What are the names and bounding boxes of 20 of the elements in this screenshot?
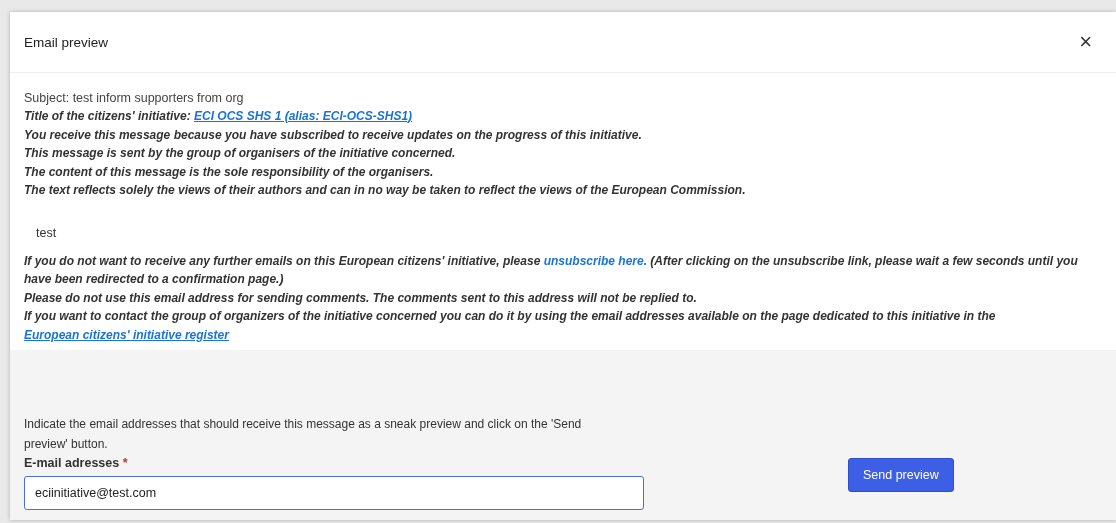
link[interactable]: European citizens' initiative register	[24, 327, 229, 342]
email-body: test	[35, 224, 58, 242]
dialog-title: Email preview	[24, 34, 109, 50]
close-button[interactable]: ×	[1075, 31, 1096, 53]
notice-text: You receive this message because you have subscribed to receive updates on the progress of this initiative.	[24, 126, 643, 144]
notice-text: If you do not want to receive any further emails on this European citizens' initiative, please unsubscribe here. (After clicking on the unsubscribe link, please wait a few seconds until you have been redirected to a confirmation page.)	[24, 252, 1079, 288]
notice-text: The content of this message is the sole responsibility of the organisers.	[24, 163, 435, 181]
send-preview-button[interactable]: Send preview	[848, 458, 954, 492]
email-input-field[interactable]: eciinitiative@test.com	[24, 476, 644, 510]
field-label: E-mail adresses	[24, 456, 120, 470]
notice-text: The text reflects solely the views of their authors and can in no way be taken to reflect the views of the European Commission.	[24, 182, 747, 199]
link[interactable]: unsubscribe here.	[543, 253, 647, 268]
instructions-text: Indicate the email addresses that should receive this message as a sneak preview and click on the 'Send preview' button.	[24, 416, 583, 453]
notice-text: Please do not use this email address for sending comments. The comments sent to this address will not be replied to.	[24, 289, 698, 307]
notice-text: Title of the citizens' initiative: ECI OCS SHS 1 (alias: ECI-OCS-SHS1)	[24, 108, 414, 125]
link[interactable]: ECI OCS SHS 1 (alias: ECI-OCS-SHS1)	[194, 109, 413, 123]
notice-text: This message is sent by the group of organisers of the initiative concerned.	[24, 145, 457, 162]
email-subject: Subject: test inform supporters from org	[24, 90, 245, 107]
required-mark: *	[122, 456, 128, 470]
notice-text: If you want to contact the group of organizers of the initiative concerned you can do it by using the email addresses available on the page dedicated to this initiative in the European citizens' initiative register	[24, 308, 997, 344]
